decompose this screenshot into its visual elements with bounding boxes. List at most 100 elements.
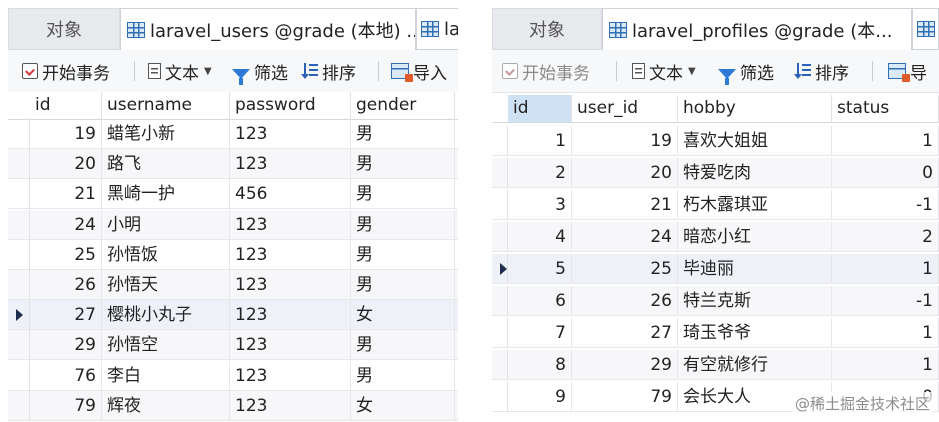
table-cell-username[interactable]: 小明 [102, 209, 230, 240]
column-header-id[interactable]: id [30, 92, 102, 119]
tab-objects[interactable]: 对象 [8, 8, 120, 50]
table-cell-id[interactable]: 2 [508, 158, 572, 188]
text-menu-button[interactable]: 文本 ▼ [148, 50, 212, 92]
column-header-password[interactable]: password [230, 92, 351, 119]
table-cell-user-id[interactable]: 26 [572, 286, 678, 316]
table-cell-gender[interactable]: 男 [351, 330, 455, 361]
table-row[interactable]: 29 孙悟空 123 男 [8, 330, 458, 361]
table-cell-user-id[interactable]: 25 [572, 254, 678, 284]
table-cell-id[interactable]: 6 [508, 286, 572, 316]
table-cell-username[interactable]: 孙悟饭 [102, 239, 230, 270]
table-cell-gender[interactable]: 男 [351, 179, 455, 210]
column-header-gender[interactable]: gender [351, 92, 455, 119]
table-cell-username[interactable]: 黑崎一护 [102, 179, 230, 210]
table-cell-password[interactable]: 123 [230, 209, 351, 240]
table-row[interactable]: 5 25 毕迪丽 1 [492, 254, 939, 284]
row-selector[interactable] [492, 350, 508, 380]
table-row[interactable]: 25 孙悟饭 123 男 [8, 239, 458, 270]
row-selector[interactable] [8, 179, 30, 210]
table-cell-status[interactable]: 1 [832, 350, 939, 380]
row-selector[interactable] [8, 149, 30, 180]
table-row[interactable]: 76 李白 123 男 [8, 360, 458, 391]
table-row[interactable]: 7 27 琦玉爷爷 1 [492, 318, 939, 348]
table-cell-id[interactable]: 29 [30, 330, 102, 361]
filter-button[interactable]: 筛选 [232, 50, 288, 92]
table-cell-id[interactable]: 19 [30, 119, 102, 149]
row-selector[interactable] [8, 209, 30, 240]
table-cell-id[interactable]: 79 [30, 390, 102, 421]
table-cell-status[interactable]: 2 [832, 222, 939, 252]
table-cell-gender[interactable]: 男 [351, 270, 455, 300]
table-cell-id[interactable]: 26 [30, 270, 102, 300]
current-row-indicator-icon[interactable] [8, 300, 30, 331]
table-cell-hobby[interactable]: 特爱吃肉 [678, 158, 832, 188]
row-selector[interactable] [8, 239, 30, 270]
table-cell-id[interactable]: 4 [508, 222, 572, 252]
table-cell-user-id[interactable]: 19 [572, 126, 678, 156]
table-row[interactable]: 26 孙悟天 123 男 [8, 270, 458, 300]
table-row[interactable]: 19 蜡笔小新 123 男 [8, 119, 458, 149]
column-header-hobby[interactable]: hobby [678, 95, 832, 122]
table-cell-username[interactable]: 辉夜 [102, 390, 230, 421]
table-cell-hobby[interactable]: 琦玉爷爷 [678, 318, 832, 348]
table-cell-status[interactable]: 1 [832, 126, 939, 156]
row-selector[interactable] [8, 119, 30, 149]
table-cell-password[interactable]: 123 [230, 270, 351, 300]
table-cell-user-id[interactable]: 20 [572, 158, 678, 188]
table-cell-username[interactable]: 樱桃小丸子 [102, 300, 230, 331]
row-selector[interactable] [8, 360, 30, 391]
table-cell-id[interactable]: 21 [30, 179, 102, 210]
tab-objects[interactable]: 对象 [492, 8, 602, 50]
table-cell-gender[interactable]: 男 [351, 209, 455, 240]
table-cell-gender[interactable]: 男 [351, 360, 455, 391]
table-cell-password[interactable]: 123 [230, 390, 351, 421]
table-cell-id[interactable]: 3 [508, 190, 572, 220]
begin-transaction-button[interactable]: 开始事务 [502, 50, 590, 92]
row-selector[interactable] [8, 390, 30, 421]
table-cell-user-id[interactable]: 27 [572, 318, 678, 348]
table-cell-id[interactable]: 25 [30, 239, 102, 270]
table-cell-hobby[interactable]: 喜欢大姐姐 [678, 126, 832, 156]
filter-button[interactable]: 筛选 [718, 50, 774, 92]
table-row[interactable]: 79 辉夜 123 女 [8, 390, 458, 421]
table-cell-user-id[interactable]: 24 [572, 222, 678, 252]
table-cell-status[interactable]: 1 [832, 254, 939, 284]
table-row[interactable]: 20 路飞 123 男 [8, 149, 458, 180]
table-row[interactable]: 21 黑崎一护 456 男 [8, 179, 458, 210]
table-row[interactable]: 4 24 暗恋小红 2 [492, 222, 939, 252]
row-selector[interactable] [492, 222, 508, 252]
table-cell-gender[interactable]: 男 [351, 149, 455, 180]
table-cell-password[interactable]: 123 [230, 360, 351, 391]
table-cell-hobby[interactable]: 特兰克斯 [678, 286, 832, 316]
table-row[interactable]: 27 樱桃小丸子 123 女 [8, 300, 458, 331]
table-row[interactable]: 2 20 特爱吃肉 0 [492, 158, 939, 188]
row-selector[interactable] [492, 158, 508, 188]
table-cell-username[interactable]: 孙悟天 [102, 270, 230, 300]
tab-next-table[interactable] [912, 8, 939, 50]
table-cell-id[interactable]: 27 [30, 300, 102, 331]
text-menu-button[interactable]: 文本 ▼ [632, 50, 696, 92]
column-header-id[interactable]: id [508, 95, 572, 122]
table-cell-password[interactable]: 123 [230, 239, 351, 270]
tab-laravel-users[interactable]: laravel_users @grade (本地) ... [120, 8, 416, 50]
table-cell-id[interactable]: 5 [508, 254, 572, 284]
row-selector[interactable] [8, 330, 30, 361]
column-header-user-id[interactable]: user_id [572, 95, 678, 122]
table-cell-username[interactable]: 孙悟空 [102, 330, 230, 361]
table-cell-status[interactable]: -1 [832, 286, 939, 316]
table-cell-id[interactable]: 20 [30, 149, 102, 180]
import-button[interactable]: 导入 [391, 50, 447, 92]
sort-button[interactable]: 排序 [301, 50, 356, 92]
column-header-username[interactable]: username [102, 92, 230, 119]
row-selector[interactable] [492, 190, 508, 220]
table-cell-password[interactable]: 456 [230, 179, 351, 210]
table-cell-id[interactable]: 8 [508, 350, 572, 380]
begin-transaction-button[interactable]: 开始事务 [22, 50, 110, 92]
table-cell-gender[interactable]: 男 [351, 119, 455, 149]
table-cell-password[interactable]: 123 [230, 149, 351, 180]
table-cell-gender[interactable]: 男 [351, 239, 455, 270]
table-cell-user-id[interactable]: 21 [572, 190, 678, 220]
table-cell-hobby[interactable]: 暗恋小红 [678, 222, 832, 252]
table-row[interactable]: 6 26 特兰克斯 -1 [492, 286, 939, 316]
table-cell-status[interactable]: 1 [832, 318, 939, 348]
